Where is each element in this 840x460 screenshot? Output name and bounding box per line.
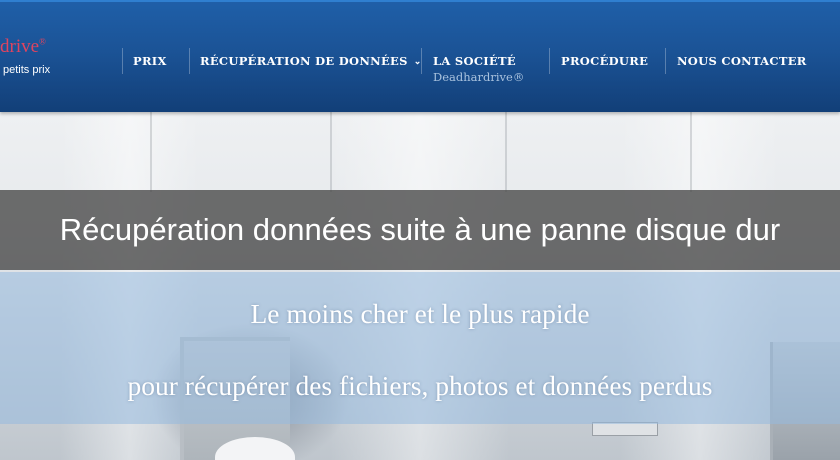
hero-beam bbox=[690, 112, 692, 192]
hero-sign bbox=[592, 422, 658, 436]
nav-separator bbox=[665, 48, 666, 74]
nav-separator bbox=[421, 48, 422, 74]
nav-item-recuperation[interactable]: RÉCUPÉRATION DE DONNÉES ⌄ bbox=[200, 54, 422, 68]
hero-tagline-band: Le moins cher et le plus rapide pour réc… bbox=[0, 272, 840, 424]
site-header: drive® petits prix PRIX RÉCUPÉRATION DE … bbox=[0, 0, 840, 112]
hero-tagline-line-2: pour récupérer des fichiers, photos et d… bbox=[127, 370, 713, 401]
main-nav: PRIX RÉCUPÉRATION DE DONNÉES ⌄ LA SOCIÉTÉ… bbox=[0, 46, 840, 96]
hero-beam bbox=[330, 112, 332, 192]
nav-item-prix[interactable]: PRIX bbox=[133, 54, 167, 68]
page-title: Récupération données suite à une panne d… bbox=[59, 212, 781, 247]
nav-separator bbox=[122, 48, 123, 74]
nav-item-societe-sublabel: Deadhardrive® bbox=[433, 70, 525, 84]
nav-item-recuperation-label: RÉCUPÉRATION DE DONNÉES bbox=[200, 54, 408, 68]
nav-item-societe[interactable]: LA SOCIÉTÉ bbox=[433, 54, 516, 68]
nav-item-procedure[interactable]: PROCÉDURE bbox=[561, 54, 648, 68]
nav-item-contact[interactable]: NOUS CONTACTER bbox=[677, 54, 807, 68]
nav-separator bbox=[549, 48, 550, 74]
hero-beam bbox=[150, 112, 152, 192]
hero-title-band: Récupération données suite à une panne d… bbox=[0, 190, 840, 270]
hero-tagline-line-1: Le moins cher et le plus rapide bbox=[250, 298, 590, 329]
nav-separator bbox=[189, 48, 190, 74]
hero-beam bbox=[505, 112, 507, 192]
